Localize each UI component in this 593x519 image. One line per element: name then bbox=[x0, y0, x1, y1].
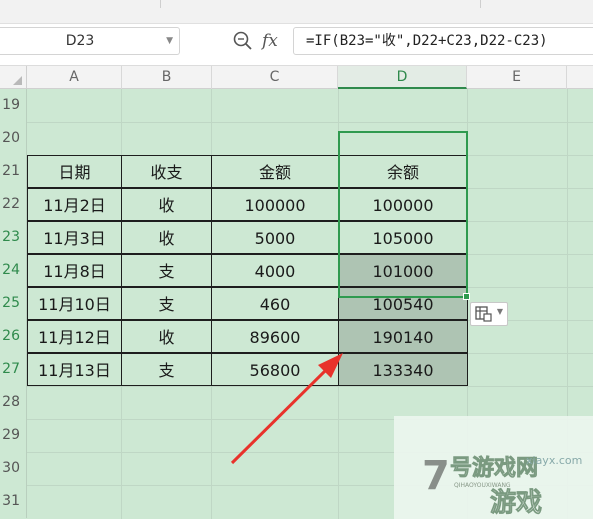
toolbar-divider bbox=[480, 0, 481, 8]
row-header[interactable]: 20 bbox=[0, 122, 27, 155]
column-header-c[interactable]: C bbox=[212, 66, 338, 89]
table-header-cell[interactable]: 收支 bbox=[121, 155, 212, 188]
column-header-a[interactable]: A bbox=[27, 66, 122, 89]
svg-text:号游戏网: 号游戏网 bbox=[450, 455, 538, 481]
toolbar-divider bbox=[160, 0, 161, 8]
column-header-d[interactable]: D bbox=[338, 66, 467, 89]
table-cell[interactable]: 收 bbox=[121, 188, 212, 221]
table-cell[interactable]: 支 bbox=[121, 287, 212, 320]
row-header[interactable]: 23 bbox=[0, 221, 27, 254]
column-header-row: A B C D E bbox=[0, 65, 593, 89]
fx-icon[interactable]: fx bbox=[262, 28, 286, 54]
row-header[interactable]: 31 bbox=[0, 485, 27, 518]
grid-line bbox=[0, 122, 593, 123]
table-cell[interactable]: 11月10日 bbox=[27, 287, 122, 320]
row-header[interactable]: 27 bbox=[0, 353, 27, 386]
table-cell[interactable]: 4000 bbox=[211, 254, 339, 287]
fill-handle[interactable] bbox=[463, 293, 470, 300]
formula-input[interactable]: =IF(B23="收",D22+C23,D22-C23) bbox=[293, 27, 593, 55]
chevron-down-icon: ▼ bbox=[496, 307, 503, 316]
magnifier-icon[interactable] bbox=[232, 30, 254, 52]
row-header[interactable]: 21 bbox=[0, 155, 27, 188]
name-box-value: D23 bbox=[65, 33, 95, 49]
paste-options-button[interactable]: ▼ bbox=[470, 302, 508, 326]
row-header[interactable]: 30 bbox=[0, 452, 27, 485]
select-all-corner[interactable] bbox=[0, 66, 27, 89]
row-header[interactable]: 26 bbox=[0, 320, 27, 353]
table-cell[interactable]: 105000 bbox=[338, 221, 468, 254]
row-header[interactable]: 19 bbox=[0, 89, 27, 122]
table-cell[interactable]: 100000 bbox=[338, 188, 468, 221]
table-cell[interactable]: 支 bbox=[121, 353, 212, 386]
watermark-site-text: xiayx.com bbox=[526, 454, 583, 467]
toolbar-strip bbox=[0, 0, 593, 24]
table-cell[interactable]: 133340 bbox=[338, 353, 468, 386]
table-cell[interactable]: 11月12日 bbox=[27, 320, 122, 353]
row-header[interactable]: 28 bbox=[0, 386, 27, 419]
column-header-b[interactable]: B bbox=[122, 66, 212, 89]
table-cell[interactable]: 收 bbox=[121, 320, 212, 353]
table-header-cell[interactable]: 金额 bbox=[211, 155, 339, 188]
table-cell[interactable]: 支 bbox=[121, 254, 212, 287]
chevron-down-icon[interactable]: ▼ bbox=[166, 28, 173, 54]
formula-bar: D23 ▼ fx =IF(B23="收",D22+C23,D22-C23) bbox=[0, 24, 593, 60]
table-header-cell[interactable]: 余额 bbox=[338, 155, 468, 188]
table-header-cell[interactable]: 日期 bbox=[27, 155, 122, 188]
table-cell[interactable]: 11月13日 bbox=[27, 353, 122, 386]
table-cell[interactable]: 190140 bbox=[338, 320, 468, 353]
table-cell[interactable]: 460 bbox=[211, 287, 339, 320]
row-header[interactable]: 22 bbox=[0, 188, 27, 221]
row-header[interactable]: 25 bbox=[0, 287, 27, 320]
table-cell[interactable]: 11月8日 bbox=[27, 254, 122, 287]
svg-text:游戏: 游戏 bbox=[490, 488, 542, 515]
table-cell[interactable]: 89600 bbox=[211, 320, 339, 353]
table-cell[interactable]: 11月3日 bbox=[27, 221, 122, 254]
table-cell[interactable]: 100540 bbox=[338, 287, 468, 320]
table-cell[interactable]: 56800 bbox=[211, 353, 339, 386]
row-header[interactable]: 29 bbox=[0, 419, 27, 452]
table-cell[interactable]: 收 bbox=[121, 221, 212, 254]
paste-options-icon bbox=[475, 306, 492, 322]
row-header[interactable]: 24 bbox=[0, 254, 27, 287]
select-all-icon bbox=[13, 76, 22, 85]
table-cell[interactable]: 101000 bbox=[338, 254, 468, 287]
column-header-e[interactable]: E bbox=[467, 66, 567, 89]
table-cell[interactable]: 11月2日 bbox=[27, 188, 122, 221]
name-box[interactable]: D23 ▼ bbox=[0, 27, 180, 55]
table-cell[interactable]: 5000 bbox=[211, 221, 339, 254]
table-cell[interactable]: 100000 bbox=[211, 188, 339, 221]
svg-text:7: 7 bbox=[422, 453, 450, 499]
